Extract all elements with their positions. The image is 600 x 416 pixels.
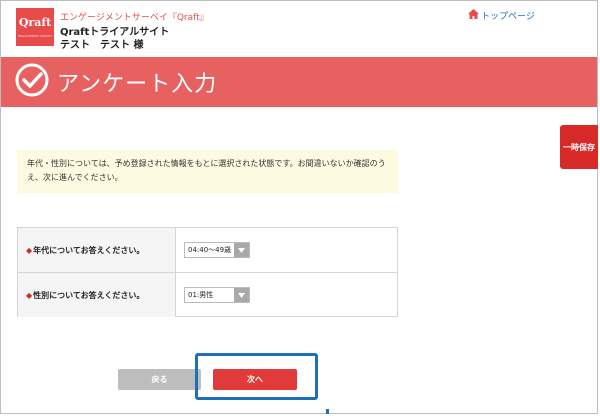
survey-name: エンゲージメントサーベイ『Qraft』 xyxy=(60,13,209,23)
back-button[interactable]: 戻る xyxy=(118,369,201,390)
question-label-age: ◆ 年代についてお答えください。 xyxy=(18,228,176,272)
required-mark: ◆ xyxy=(26,290,33,300)
chevron-down-icon[interactable] xyxy=(234,288,249,302)
question-text-gender: 性別についてお答えください。 xyxy=(33,290,145,300)
age-select-value: 04:40〜49歳 xyxy=(188,246,232,254)
chevron-down-icon[interactable] xyxy=(234,243,249,257)
question-table: ◆ 年代についてお答えください。 04:40〜49歳 ◆ 性別についてお答えくだ… xyxy=(17,227,398,317)
answer-cell-age: 04:40〜49歳 xyxy=(176,228,397,272)
logo-text: Qraft xyxy=(18,16,52,29)
gender-select[interactable]: 01:男性 xyxy=(184,287,250,303)
question-row-gender: ◆ 性別についてお答えください。 01:男性 xyxy=(18,273,397,317)
notice-box: 年代・性別については、予め登録された情報をもとに選択された状態です。お間違いない… xyxy=(17,150,398,193)
logo-subtext: ENGAGEMENT SURVEY xyxy=(18,34,52,38)
question-label-gender: ◆ 性別についてお答えください。 xyxy=(18,273,176,317)
user-name: テスト テスト 様 xyxy=(60,40,144,51)
check-circle-icon xyxy=(15,63,49,101)
page-banner: アンケート入力 xyxy=(1,57,597,107)
qraft-logo[interactable]: Qraft ENGAGEMENT SURVEY xyxy=(16,8,54,46)
age-select[interactable]: 04:40〜49歳 xyxy=(184,242,250,258)
page-title: アンケート入力 xyxy=(57,72,218,97)
question-row-age: ◆ 年代についてお答えください。 04:40〜49歳 xyxy=(18,228,397,273)
required-mark: ◆ xyxy=(26,245,33,255)
home-icon xyxy=(468,9,479,22)
highlight-annotation xyxy=(195,353,318,400)
answer-cell-gender: 01:男性 xyxy=(176,273,397,317)
question-text-age: 年代についてお答えください。 xyxy=(33,245,145,255)
gender-select-value: 01:男性 xyxy=(188,291,214,299)
save-draft-button[interactable]: 一時保存 xyxy=(560,125,598,169)
top-link-label: トップページ xyxy=(481,12,535,22)
cursor-indicator xyxy=(326,409,329,414)
top-page-link[interactable]: トップページ xyxy=(468,9,535,22)
